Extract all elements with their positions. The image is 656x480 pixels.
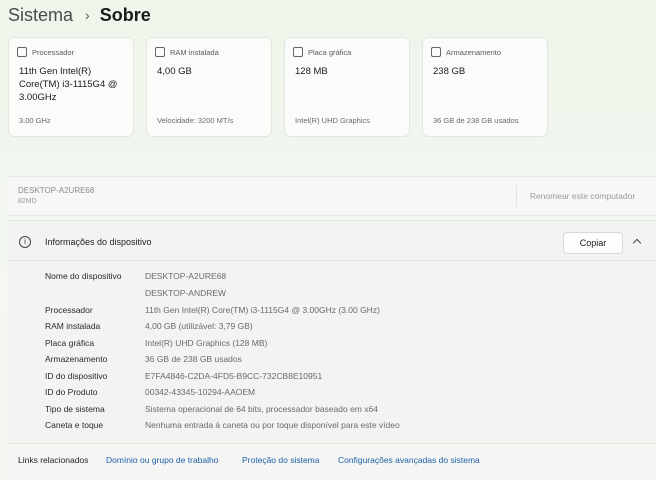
spec-cards: Processador 11th Gen Intel(R) Core(TM) i… bbox=[8, 37, 548, 137]
link-system-protection[interactable]: Proteção do sistema bbox=[242, 455, 319, 465]
spec-label: Tipo de sistema bbox=[45, 404, 105, 414]
device-info-section: i Informações do dispositivo Copiar Nome… bbox=[8, 220, 656, 442]
card-title: Processador bbox=[32, 47, 75, 57]
spec-label: Armazenamento bbox=[45, 354, 108, 364]
spec-value: DESKTOP-A2URE68 bbox=[145, 271, 227, 281]
spec-label: Placa gráfica bbox=[45, 338, 95, 348]
spec-value: 11th Gen Intel(R) Core(TM) i3-1115G4 @ 3… bbox=[145, 305, 380, 315]
breadcrumb-sistema[interactable]: Sistema bbox=[8, 5, 73, 26]
breadcrumb-separator-icon: › bbox=[85, 7, 90, 23]
related-links-bar: Links relacionados Domínio ou grupo de t… bbox=[8, 443, 656, 480]
info-icon: i bbox=[19, 236, 31, 248]
device-info-title: Informações do dispositivo bbox=[45, 237, 152, 247]
card-title: Placa gráfica bbox=[308, 47, 352, 57]
card-title: RAM instalada bbox=[170, 47, 219, 57]
spec-row: DESKTOP-ANDREW bbox=[45, 288, 645, 304]
spec-label: Processador bbox=[45, 305, 93, 315]
page-title: Sobre bbox=[99, 4, 151, 25]
spec-row: ID do dispositivo E7FA4846-C2DA-4FD5-B9C… bbox=[45, 371, 645, 387]
spec-row: Caneta e toque Nenhuma entrada à caneta … bbox=[45, 420, 645, 436]
rename-computer-button[interactable]: Renomear este computador bbox=[516, 185, 648, 207]
card-title: Armazenamento bbox=[446, 47, 502, 57]
device-name: DESKTOP-A2URE68 bbox=[18, 186, 95, 195]
storage-icon bbox=[431, 47, 441, 57]
spec-label: ID do dispositivo bbox=[45, 371, 108, 381]
spec-value: Nenhuma entrada à caneta ou por toque di… bbox=[145, 420, 400, 430]
spec-row: RAM instalada 4,00 GB (utilizável: 3,79 … bbox=[45, 321, 645, 337]
card-value: 11th Gen Intel(R) Core(TM) i3-1115G4 @ 3… bbox=[19, 66, 118, 103]
link-advanced-system-settings[interactable]: Configurações avançadas do sistema bbox=[338, 455, 480, 465]
spec-label: Caneta e toque bbox=[45, 420, 104, 430]
card-sub: Intel(R) UHD Graphics bbox=[295, 116, 371, 125]
spec-value: Intel(R) UHD Graphics (128 MB) bbox=[145, 338, 268, 348]
spec-value: Sistema operacional de 64 bits, processa… bbox=[145, 404, 378, 414]
breadcrumb: Sistema › Sobre bbox=[8, 4, 151, 26]
spec-value: DESKTOP-ANDREW bbox=[145, 288, 227, 298]
spec-label: Nome do dispositivo bbox=[45, 271, 122, 281]
device-model: 82MD bbox=[18, 198, 37, 205]
spec-value: 4,00 GB (utilizável: 3,79 GB) bbox=[145, 321, 253, 331]
card-sub: 3.00 GHz bbox=[19, 116, 51, 125]
card-ram: RAM instalada 4,00 GB Velocidade: 3200 M… bbox=[146, 37, 272, 137]
copy-button[interactable]: Copiar bbox=[563, 232, 623, 254]
spec-value: 00342-43345-10294-AAOEM bbox=[145, 387, 256, 397]
card-graphics: Placa gráfica 128 MB Intel(R) UHD Graphi… bbox=[284, 37, 410, 137]
card-storage: Armazenamento 238 GB 36 GB de 238 GB usa… bbox=[422, 37, 548, 137]
spec-row: ID do Produto 00342-43345-10294-AAOEM bbox=[45, 387, 645, 403]
device-name-bar: DESKTOP-A2URE68 82MD Renomear este compu… bbox=[8, 176, 656, 216]
spec-label: ID do Produto bbox=[45, 387, 98, 397]
card-value: 238 GB bbox=[433, 66, 466, 77]
card-value: 4,00 GB bbox=[157, 66, 192, 77]
card-sub: Velocidade: 3200 MT/s bbox=[157, 116, 234, 125]
spec-value: 36 GB de 238 GB usados bbox=[145, 354, 242, 364]
spec-row: Processador 11th Gen Intel(R) Core(TM) i… bbox=[45, 305, 645, 321]
spec-row: Placa gráfica Intel(R) UHD Graphics (128… bbox=[45, 338, 645, 354]
ram-icon bbox=[155, 47, 165, 57]
card-sub: 36 GB de 238 GB usados bbox=[433, 116, 519, 125]
processor-icon bbox=[17, 47, 27, 57]
graphics-card-icon bbox=[293, 47, 303, 57]
spec-value: E7FA4846-C2DA-4FD5-B9CC-732CB8E10951 bbox=[145, 371, 323, 381]
device-info-header[interactable]: i Informações do dispositivo Copiar bbox=[8, 221, 656, 261]
card-processor: Processador 11th Gen Intel(R) Core(TM) i… bbox=[8, 37, 134, 137]
spec-row: Tipo de sistema Sistema operacional de 6… bbox=[45, 404, 645, 420]
spec-label: RAM instalada bbox=[45, 321, 101, 331]
link-domain-workgroup[interactable]: Domínio ou grupo de trabalho bbox=[106, 455, 218, 465]
card-value: 128 MB bbox=[295, 66, 328, 77]
spec-row: Armazenamento 36 GB de 238 GB usados bbox=[45, 354, 645, 370]
related-links-label: Links relacionados bbox=[18, 455, 89, 465]
spec-row: Nome do dispositivo DESKTOP-A2URE68 bbox=[45, 271, 645, 287]
chevron-up-icon[interactable] bbox=[632, 238, 642, 248]
